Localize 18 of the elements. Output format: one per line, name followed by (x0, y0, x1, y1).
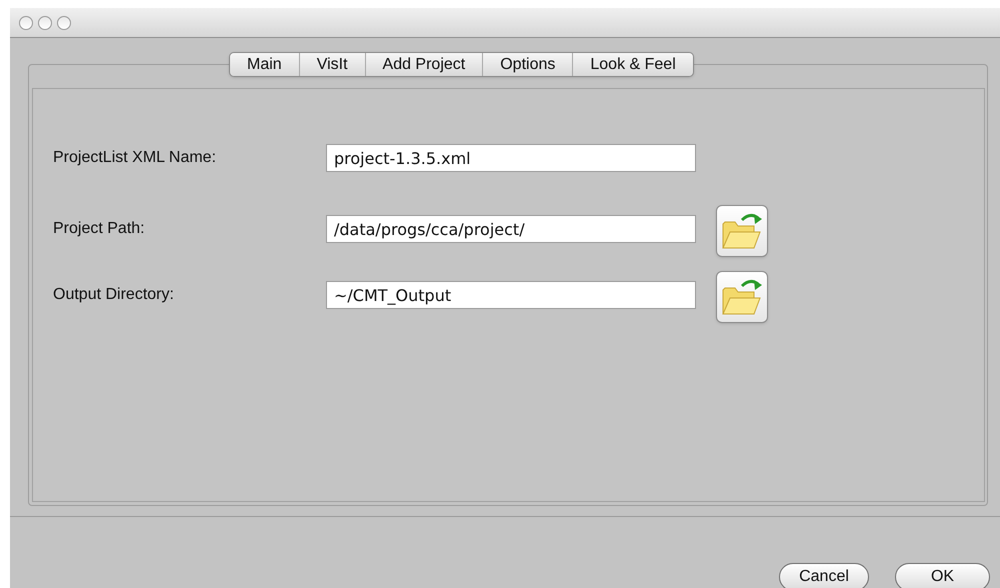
input-field[interactable]: ~/CMT_Output (326, 281, 696, 309)
minimize-window-icon[interactable] (38, 16, 52, 30)
browse-folder-button[interactable] (716, 205, 768, 257)
input-field[interactable]: /data/progs/cca/project/ (326, 215, 696, 243)
tab[interactable]: Options (482, 53, 572, 76)
close-window-icon[interactable] (19, 16, 33, 30)
zoom-window-icon[interactable] (57, 16, 71, 30)
field-label: Output Directory: (52, 285, 175, 305)
dialog-button[interactable]: OK (895, 563, 990, 588)
tab[interactable]: Add Project (364, 53, 482, 76)
tab[interactable]: Main (230, 53, 299, 76)
field-label: ProjectList XML Name: (52, 148, 218, 168)
dialog-button[interactable]: Cancel (779, 563, 869, 588)
browse-folder-button[interactable] (716, 271, 768, 323)
tab[interactable]: VisIt (298, 53, 365, 76)
field-label: Project Path: (52, 219, 146, 239)
input-field[interactable]: project-1.3.5.xml (326, 144, 696, 172)
tab[interactable]: Look & Feel (572, 53, 693, 76)
